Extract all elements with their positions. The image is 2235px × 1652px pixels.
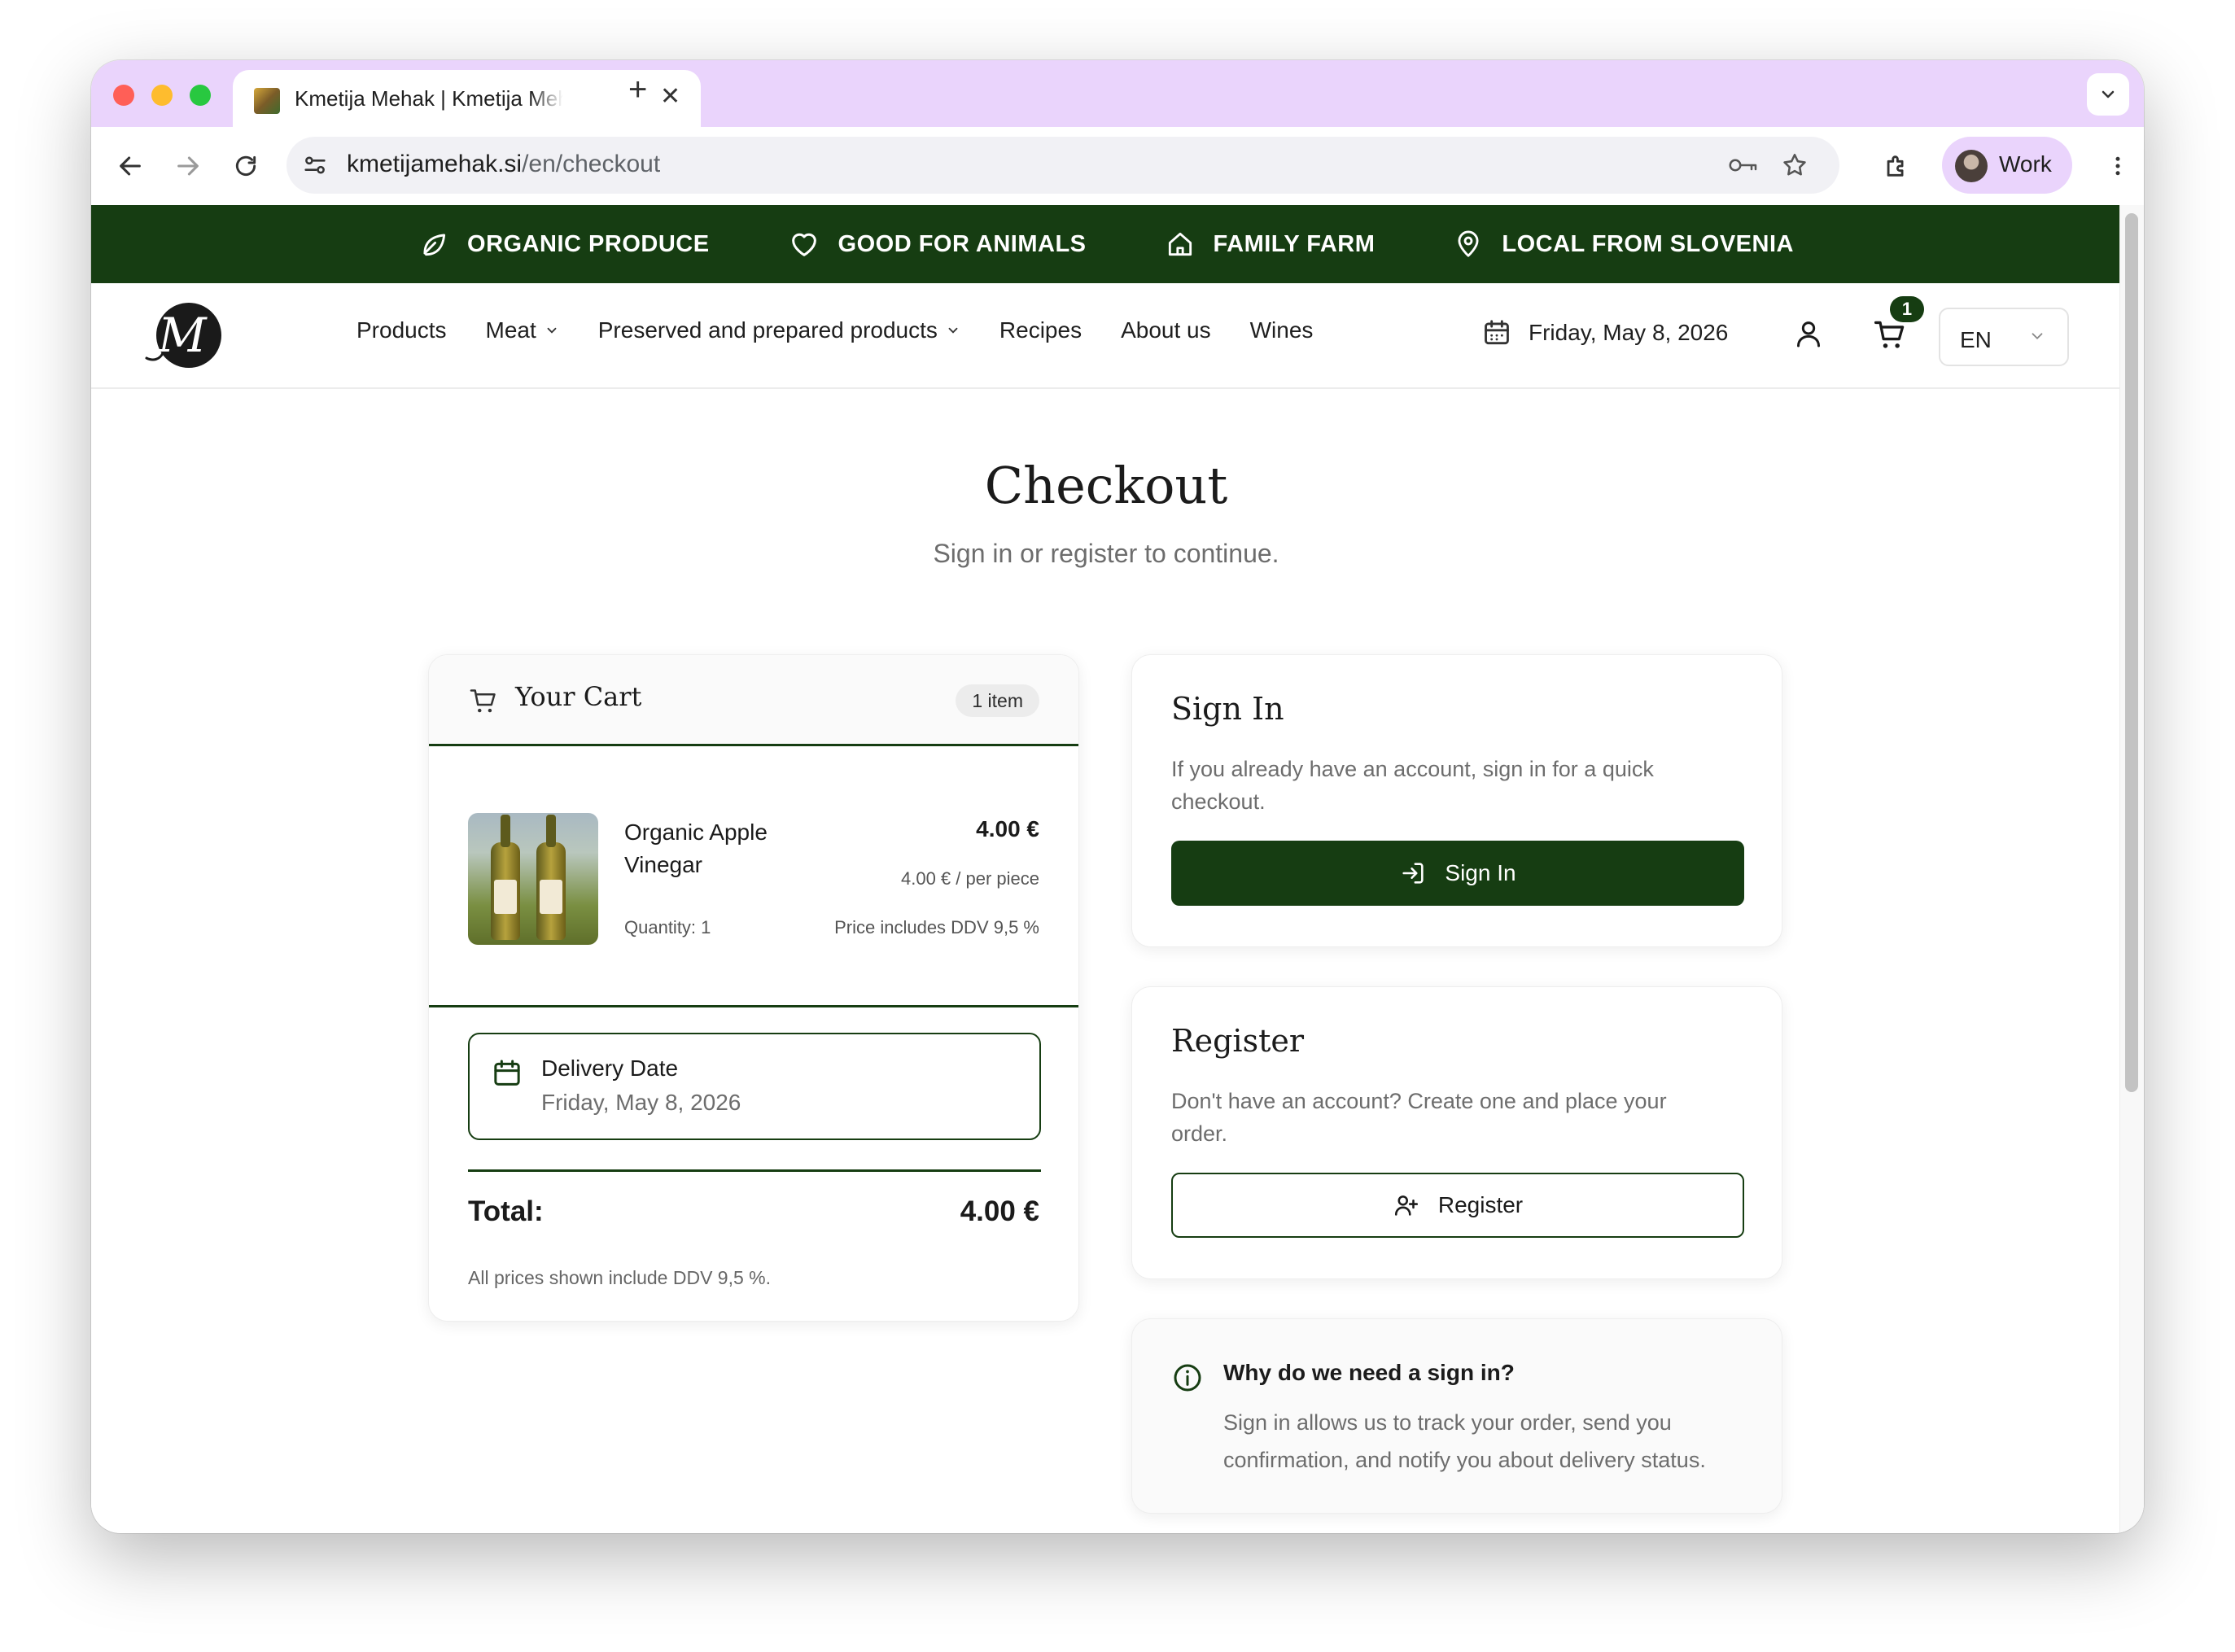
info-title: Why do we need a sign in? — [1223, 1360, 1515, 1385]
bookmark-star-icon[interactable] — [1781, 151, 1809, 179]
register-text: Don't have an account? Create one and pl… — [1171, 1089, 1667, 1146]
scrollbar-thumb[interactable] — [2125, 213, 2138, 1092]
calendar-icon — [494, 1060, 520, 1086]
info-text: Sign in allows us to track your order, s… — [1223, 1410, 1706, 1472]
calendar-icon — [1485, 320, 1509, 345]
product-quantity: Quantity: 1 — [624, 917, 711, 937]
site-settings-icon — [304, 156, 326, 174]
reload-icon — [235, 155, 256, 176]
shopping-cart-icon[interactable] — [1872, 317, 1908, 353]
prices-note: All prices shown include DDV 9,5 %. — [468, 1267, 771, 1288]
delivery-date-label: Delivery Date — [541, 1055, 679, 1081]
register-title: Register — [1171, 1023, 1305, 1059]
cart-title: Your Cart — [515, 681, 642, 712]
product-name[interactable]: Organic Apple Vinegar — [624, 816, 803, 881]
shopping-cart-icon — [470, 689, 496, 713]
home-icon — [1168, 232, 1192, 256]
info-circle-icon — [1174, 1364, 1201, 1392]
tab-strip: Kmetija Mehak | Kmetija Mehak ✕ + — [91, 60, 2144, 127]
sign-in-button[interactable]: Sign In — [1171, 841, 1744, 906]
page-subtitle: Sign in or register to continue. — [933, 539, 1279, 568]
arrow-left-icon — [120, 156, 141, 176]
cart-count-badge: 1 — [1890, 296, 1924, 322]
signin-title: Sign In — [1171, 691, 1284, 727]
location-pin-icon — [1458, 230, 1479, 257]
site-favicon-icon — [254, 88, 280, 114]
address-bar[interactable]: kmetijamehak.si/en/checkout — [286, 137, 1839, 194]
register-button[interactable]: Register — [1171, 1173, 1744, 1238]
cart-card: Your Cart 1 item Organic Apple Vinegar 4… — [428, 654, 1079, 1322]
tab-title: Kmetija Mehak | Kmetija Mehak — [295, 86, 563, 111]
nav-item-meat[interactable]: Meat — [486, 317, 559, 343]
nav-item-preserved[interactable]: Preserved and prepared products — [598, 317, 960, 343]
promo-item-local: LOCAL FROM SLOVENIA — [1453, 229, 1794, 260]
site-header: M Products Meat Preserved and prepared p… — [91, 283, 2121, 389]
delivery-date-box: Delivery Date Friday, May 8, 2026 — [468, 1033, 1041, 1140]
login-icon — [1402, 863, 1424, 884]
delivery-date-selector[interactable]: Friday, May 8, 2026 — [1481, 317, 1728, 348]
chevron-down-icon — [948, 327, 958, 334]
arrow-right-icon — [177, 156, 199, 176]
promo-item-family-farm: FAMILY FARM — [1165, 229, 1376, 260]
heart-icon — [791, 233, 816, 256]
total-divider — [468, 1169, 1041, 1172]
forward-button[interactable] — [170, 148, 206, 184]
browser-window: Kmetija Mehak | Kmetija Mehak ✕ + kmetij… — [91, 60, 2144, 1533]
extensions-button[interactable] — [1879, 148, 1914, 184]
tab-search-button[interactable] — [2087, 73, 2129, 116]
close-window-button[interactable] — [113, 85, 134, 106]
site-logo[interactable]: M — [143, 301, 225, 369]
promo-item-organic: ORGANIC PRODUCE — [418, 229, 710, 260]
url-text: kmetijamehak.si/en/checkout — [347, 151, 661, 177]
profile-avatar — [1955, 150, 1988, 182]
cart-item-count: 1 item — [956, 684, 1039, 717]
chevron-down-icon — [2102, 90, 2115, 98]
reload-button[interactable] — [228, 148, 264, 184]
signin-info-card: Why do we need a sign in? Sign in allows… — [1131, 1318, 1782, 1514]
password-key-icon[interactable] — [1727, 153, 1760, 177]
total-label: Total: — [468, 1195, 544, 1227]
tab-close-icon[interactable]: ✕ — [660, 82, 680, 111]
profile-button[interactable]: Work — [1942, 137, 2072, 194]
new-tab-icon[interactable]: + — [628, 72, 647, 108]
product-tax-note: Price includes DDV 9,5 % — [834, 917, 1039, 937]
promo-item-animals: GOOD FOR ANIMALS — [788, 228, 1087, 260]
cart-header: Your Cart 1 item — [429, 655, 1078, 746]
main-nav: Products Meat Preserved and prepared pro… — [356, 317, 1313, 343]
chevron-down-icon — [2032, 333, 2043, 340]
language-value: EN — [1960, 327, 1992, 352]
signin-card: Sign In If you already have an account, … — [1131, 654, 1782, 947]
header-date-text: Friday, May 8, 2026 — [1529, 320, 1729, 345]
product-price: 4.00 € — [976, 816, 1039, 841]
nav-item-recipes[interactable]: Recipes — [999, 317, 1082, 343]
cart-divider — [429, 1005, 1078, 1007]
chevron-down-icon — [547, 327, 557, 334]
promo-bar: ORGANIC PRODUCE GOOD FOR ANIMALS FAMILY … — [91, 205, 2121, 283]
nav-item-about[interactable]: About us — [1121, 317, 1211, 343]
browser-toolbar: kmetijamehak.si/en/checkout Work — [91, 127, 2144, 205]
language-select[interactable]: EN — [1939, 308, 2069, 366]
page-viewport: ORGANIC PRODUCE GOOD FOR ANIMALS FAMILY … — [91, 205, 2144, 1533]
delivery-date-value: Friday, May 8, 2026 — [541, 1090, 741, 1115]
page-scrollbar[interactable] — [2119, 205, 2144, 1533]
back-button[interactable] — [112, 148, 148, 184]
register-card: Register Don't have an account? Create o… — [1131, 986, 1782, 1279]
signin-text: If you already have an account, sign in … — [1171, 757, 1654, 814]
user-account-icon[interactable] — [1792, 317, 1825, 350]
svg-text:M: M — [157, 308, 208, 363]
puzzle-icon — [1887, 155, 1904, 177]
browser-menu-button[interactable] — [2100, 148, 2136, 184]
user-plus-icon — [1394, 1195, 1418, 1216]
total-value: 4.00 € — [960, 1195, 1039, 1227]
leaf-icon — [423, 234, 446, 256]
maximize-window-button[interactable] — [190, 85, 211, 106]
nav-item-wines[interactable]: Wines — [1250, 317, 1314, 343]
nav-item-products[interactable]: Products — [356, 317, 447, 343]
minimize-window-button[interactable] — [151, 85, 173, 106]
product-image — [468, 813, 598, 945]
product-unit-price: 4.00 € / per piece — [900, 868, 1039, 889]
profile-label: Work — [1999, 151, 2052, 177]
page-title: Checkout — [984, 456, 1228, 515]
more-vertical-icon — [2115, 156, 2120, 176]
